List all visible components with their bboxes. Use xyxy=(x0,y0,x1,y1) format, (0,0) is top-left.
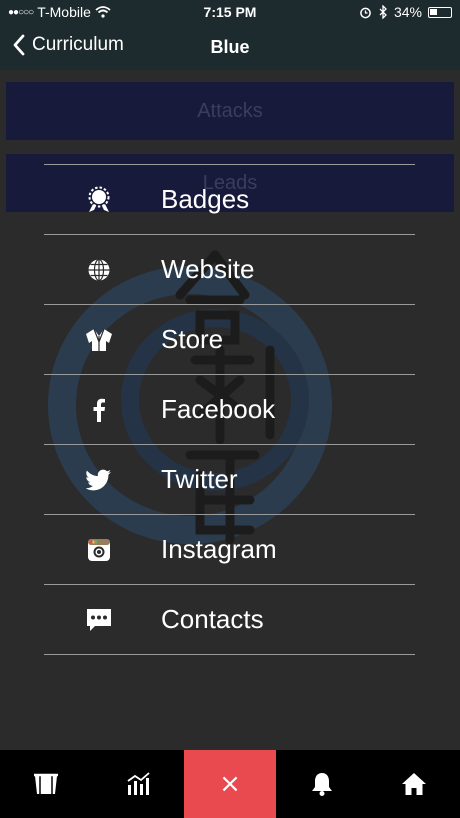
tab-home[interactable] xyxy=(368,750,460,818)
menu-item-facebook[interactable]: Facebook xyxy=(44,374,415,444)
gi-uniform-icon xyxy=(84,325,114,355)
navigation-bar: Curriculum Blue xyxy=(0,24,460,70)
menu-item-instagram[interactable]: Instagram xyxy=(44,514,415,584)
tab-curriculum[interactable] xyxy=(0,750,92,818)
menu-item-label: Facebook xyxy=(161,394,276,424)
tab-progress[interactable] xyxy=(92,750,184,818)
bell-icon xyxy=(312,773,332,796)
alarm-icon xyxy=(360,7,371,18)
facebook-icon xyxy=(84,395,114,425)
tab-notifications[interactable] xyxy=(276,750,368,818)
menu-item-label: Store xyxy=(161,324,224,354)
home-icon xyxy=(402,773,426,795)
tab-close[interactable]: × xyxy=(184,750,276,818)
tab-bar: × xyxy=(0,750,460,818)
menu-item-store[interactable]: Store xyxy=(44,304,415,374)
badge-icon xyxy=(84,185,114,215)
chat-bubble-icon xyxy=(84,605,114,635)
battery-icon xyxy=(428,6,452,18)
menu-item-label: Badges xyxy=(161,184,250,214)
menu-list: Badges Website Store Facebook Twitter In… xyxy=(44,164,415,655)
menu-item-label: Twitter xyxy=(161,464,238,494)
close-icon: × xyxy=(219,769,241,799)
menu-item-website[interactable]: Website xyxy=(44,234,415,304)
menu-item-label: Instagram xyxy=(161,534,277,564)
battery-percent: 34% xyxy=(393,4,422,20)
menu-item-contacts[interactable]: Contacts xyxy=(44,584,415,655)
globe-icon xyxy=(84,255,114,285)
menu-item-label: Website xyxy=(161,254,255,284)
menu-item-label: Contacts xyxy=(161,604,264,634)
curriculum-icon xyxy=(34,773,58,794)
twitter-icon xyxy=(84,465,114,495)
share-menu-overlay: Badges Website Store Facebook Twitter In… xyxy=(0,70,460,750)
progress-chart-icon xyxy=(127,772,150,795)
menu-item-badges[interactable]: Badges xyxy=(44,164,415,234)
bluetooth-icon xyxy=(379,5,387,19)
page-title: Blue xyxy=(210,37,250,57)
menu-item-twitter[interactable]: Twitter xyxy=(44,444,415,514)
instagram-icon xyxy=(84,535,114,565)
status-bar: ●●○○○ T-Mobile 7:15 PM 34% xyxy=(0,0,460,24)
